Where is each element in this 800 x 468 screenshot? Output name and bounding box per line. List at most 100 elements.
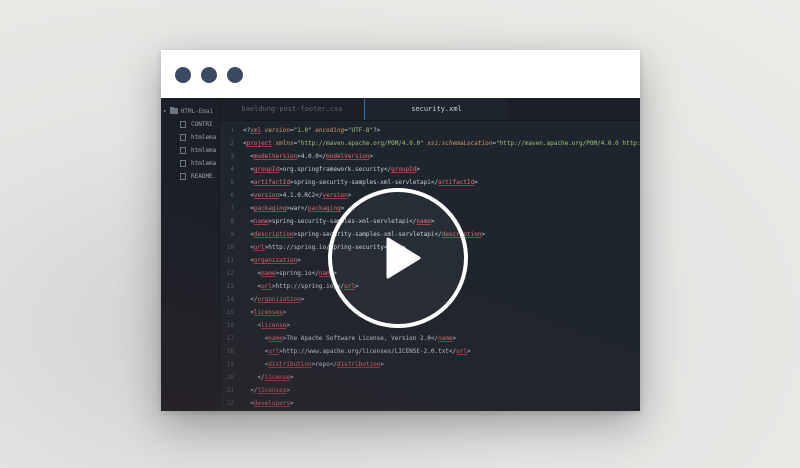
- code-token: >spring.io</: [275, 270, 319, 277]
- code-token: <: [243, 153, 254, 160]
- code-token: description: [253, 231, 294, 238]
- code-text: </license>: [243, 371, 294, 384]
- code-token: modelVersion: [253, 153, 298, 160]
- code-token: artifactId: [253, 179, 290, 186]
- line-number: 12: [226, 270, 234, 277]
- code-token: organization: [253, 257, 298, 264]
- code-token: <: [243, 335, 269, 342]
- code-token: xml: [250, 127, 262, 134]
- line-number: 14: [226, 296, 234, 303]
- code-text: <packaging>war</packaging>: [243, 202, 344, 215]
- code-token: >: [289, 374, 294, 381]
- close-window-control[interactable]: [175, 67, 191, 83]
- code-token: <: [243, 205, 254, 212]
- line-number: 16: [226, 322, 234, 329]
- code-token: <: [243, 257, 254, 264]
- code-token: encoding: [315, 127, 345, 134]
- line-number: 18: [226, 348, 234, 355]
- code-token: >war</: [286, 205, 309, 212]
- file-tree-item[interactable]: README.: [180, 170, 219, 182]
- code-token: >: [481, 231, 486, 238]
- code-text: <project xmlns="http://maven.apache.org/…: [243, 137, 640, 150]
- code-token: packaging: [253, 205, 287, 212]
- code-token: >: [286, 322, 290, 329]
- code-text: </organization>: [243, 293, 304, 306]
- code-line: 22 <developers>: [220, 397, 640, 410]
- code-token: >: [340, 205, 345, 212]
- code-token: <: [243, 322, 262, 329]
- code-token: "UTF-8": [347, 127, 374, 134]
- code-line: 2 <project xmlns="http://maven.apache.org…: [220, 137, 640, 150]
- code-text: </licenses>: [243, 384, 290, 397]
- code-token: organization: [257, 296, 301, 303]
- code-token: groupId: [391, 166, 417, 173]
- code-text: <name>The Apache Software License, Versi…: [243, 332, 457, 345]
- code-token: version: [322, 192, 348, 199]
- code-token: xsi:schemaLocation: [427, 140, 493, 147]
- line-number: 3: [230, 153, 234, 160]
- code-line: 4 <groupId>org.springframework.security<…: [220, 163, 640, 176]
- code-token: version: [253, 192, 280, 199]
- code-line: 5 <artifactId>spring-security-samples-xm…: [220, 176, 640, 189]
- file-tree-item-label: htmlema: [191, 159, 217, 167]
- code-token: packaging: [308, 205, 341, 212]
- code-text: <licenses>: [243, 306, 286, 319]
- code-token: >: [380, 361, 384, 368]
- file-tree-item[interactable]: htmlema: [180, 157, 219, 169]
- code-token: >: [452, 335, 457, 342]
- code-line: 23 <developer>: [220, 410, 640, 411]
- file-tree-item-label: htmlema: [191, 133, 217, 141]
- code-text: <artifactId>spring-security-samples-xml-…: [243, 176, 478, 189]
- file-icon: [180, 159, 186, 167]
- code-text: <?xml version="1.0" encoding="UTF-8"?>: [243, 124, 380, 137]
- tab-baeldung-post-footer-css[interactable]: baeldung-post-footer.css: [220, 98, 364, 120]
- code-token: </: [243, 387, 258, 394]
- line-number: 17: [226, 335, 234, 342]
- code-text: <groupId>org.springframework.security</g…: [243, 163, 420, 176]
- chevron-down-icon[interactable]: ▾: [163, 108, 167, 115]
- play-button[interactable]: [328, 188, 468, 328]
- code-token: developers: [253, 400, 290, 407]
- code-token: url: [456, 348, 467, 355]
- folder-icon: [169, 107, 178, 114]
- code-token: <: [243, 244, 254, 251]
- line-number: 20: [226, 374, 234, 381]
- code-text: <organization>: [243, 254, 301, 267]
- code-token: distribution: [336, 361, 381, 368]
- editor-tab-bar: baeldung-post-footer.css security.xml: [220, 98, 640, 121]
- project-folder[interactable]: ▾ HTML-Emai: [163, 105, 213, 117]
- code-token: artifactId: [438, 179, 475, 186]
- line-number: 10: [226, 244, 234, 251]
- file-tree-item[interactable]: htmlema: [180, 131, 219, 143]
- line-number: 23: [220, 410, 234, 411]
- file-tree-item[interactable]: CONTRI: [180, 118, 219, 130]
- file-tree-item[interactable]: htmlema: [180, 144, 219, 156]
- file-icon: [180, 146, 186, 154]
- code-token: name: [438, 335, 453, 342]
- code-token: >4.1.0.RC2</: [279, 192, 323, 199]
- code-token: url: [253, 244, 265, 251]
- code-token: <: [243, 270, 262, 277]
- code-token: >: [347, 192, 352, 199]
- code-token: <: [243, 192, 254, 199]
- line-number: 22: [226, 400, 234, 407]
- code-token: <: [243, 400, 254, 407]
- tab-security-xml[interactable]: security.xml: [364, 98, 508, 120]
- code-token: "http://maven.apache.org/POM/4.0.0": [297, 140, 424, 147]
- code-token: name: [253, 218, 269, 225]
- code-token: >org.springframework.security</: [279, 166, 392, 173]
- code-line: 1 <?xml version="1.0" encoding="UTF-8"?>: [220, 124, 640, 137]
- code-text: <version>4.1.0.RC2</version>: [243, 189, 351, 202]
- file-tree-item-label: htmlema: [191, 146, 217, 154]
- line-number: 11: [226, 257, 234, 264]
- code-token: >: [416, 166, 421, 173]
- code-token: licenses: [253, 309, 283, 316]
- code-token: <: [243, 218, 254, 225]
- minimize-window-control[interactable]: [201, 67, 217, 83]
- play-icon: [386, 237, 421, 279]
- code-token: licenses: [257, 387, 287, 394]
- code-line: 20 </license>: [220, 371, 640, 384]
- code-line: 16 <license>: [220, 319, 640, 332]
- code-token: >: [289, 400, 294, 407]
- maximize-window-control[interactable]: [227, 67, 243, 83]
